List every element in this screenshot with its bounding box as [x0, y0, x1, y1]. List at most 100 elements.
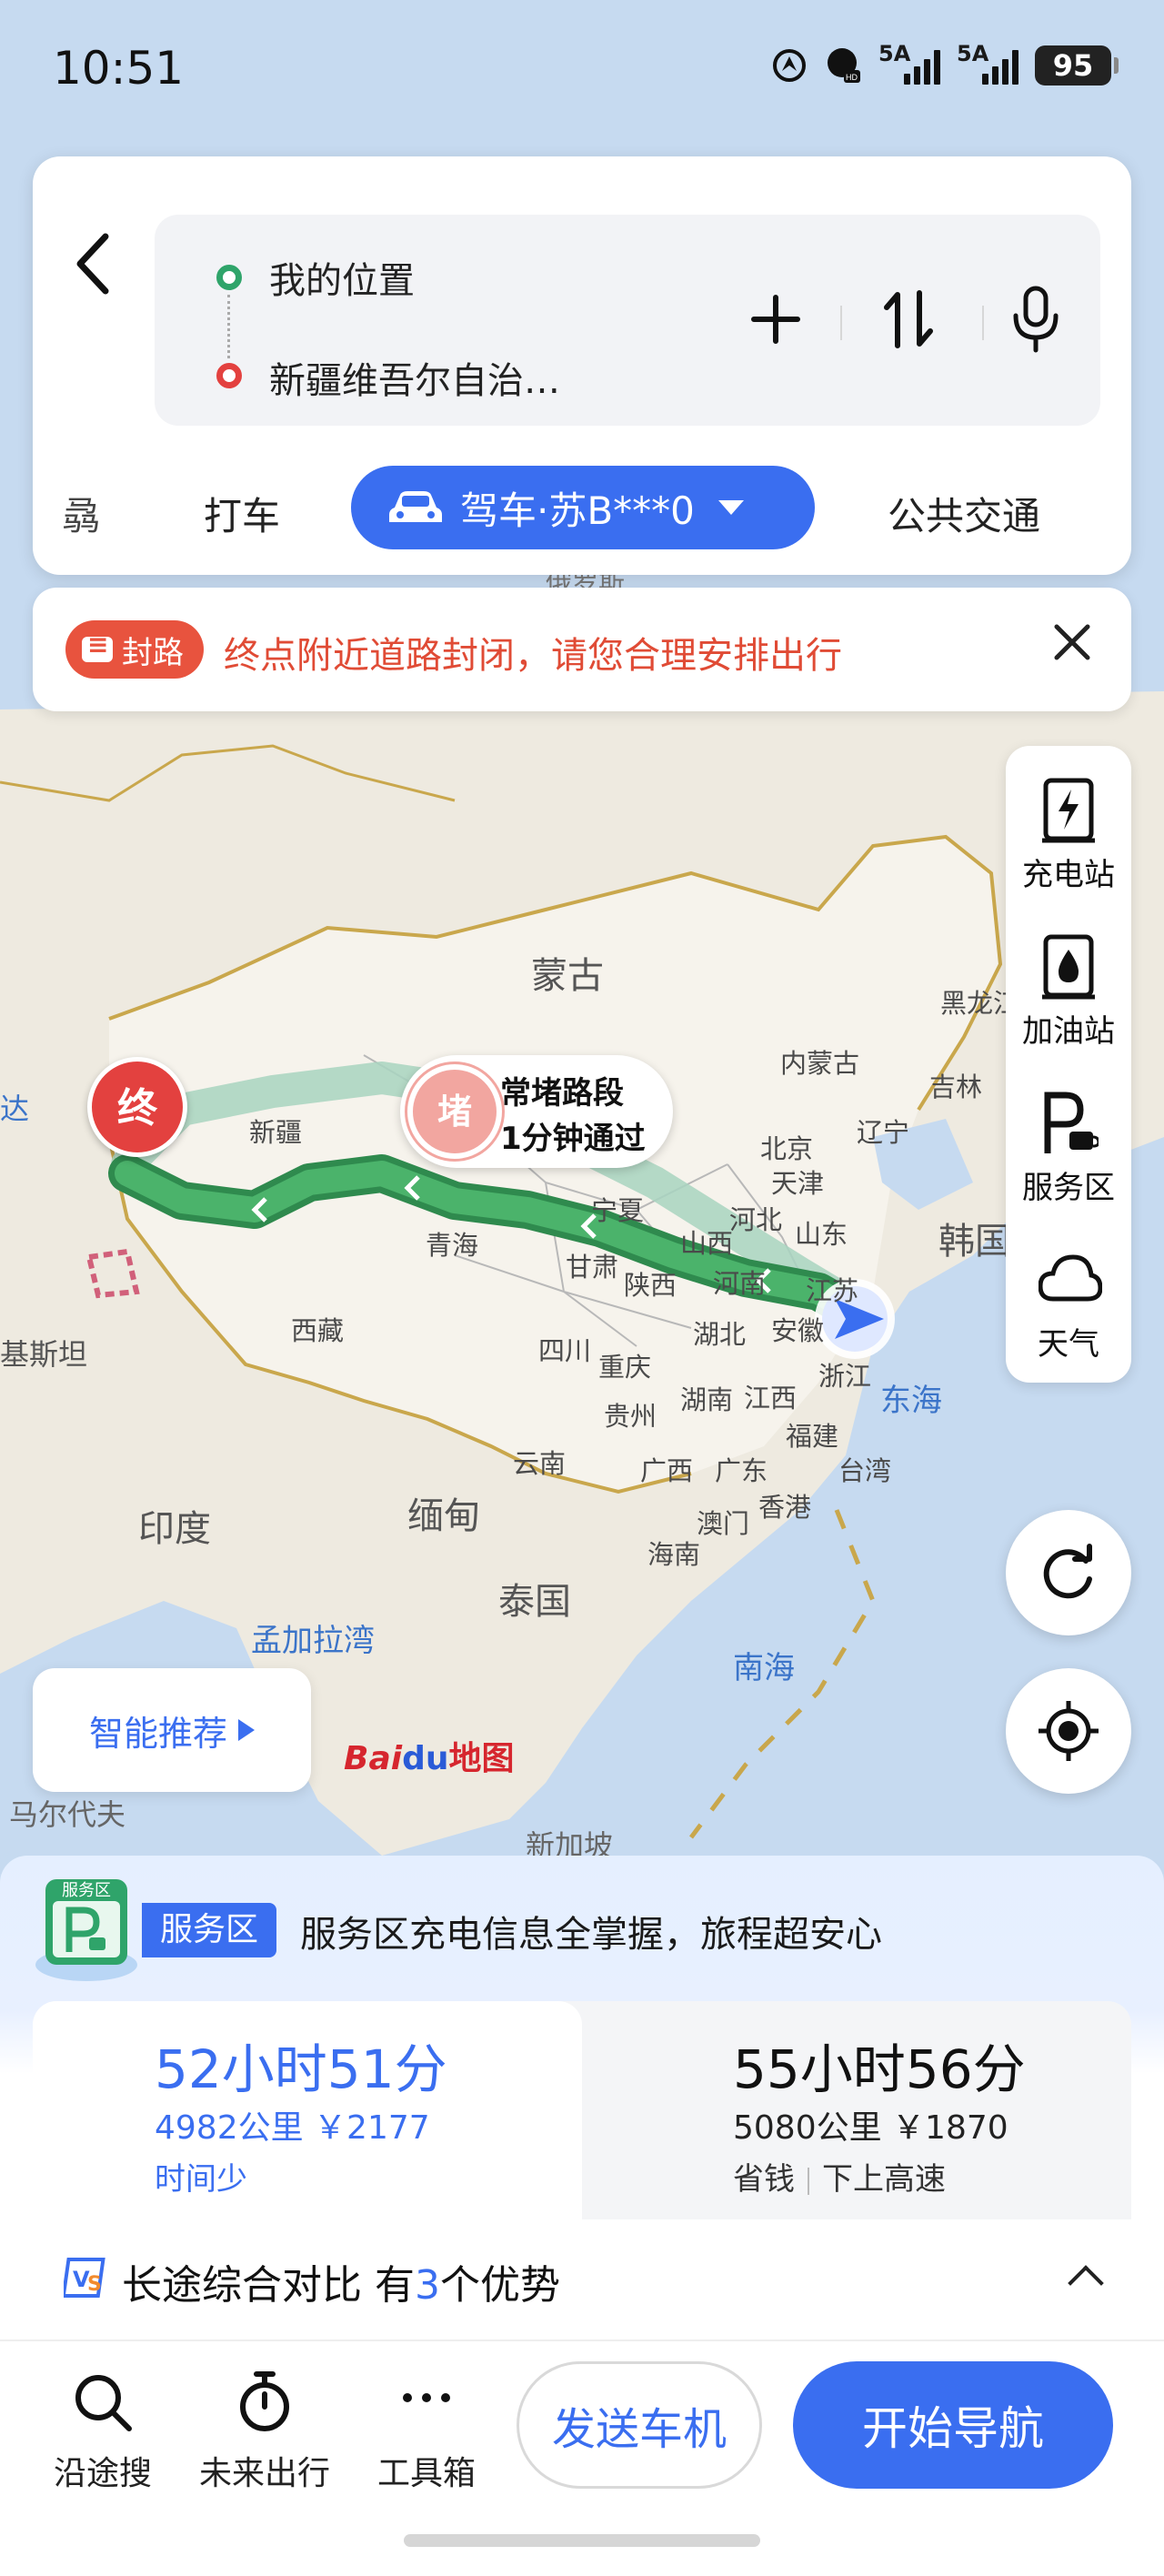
- charging-station-icon: [1042, 778, 1095, 843]
- map-label-hunan: 湖南: [680, 1384, 734, 1415]
- map-label-jiangxi: 江西: [744, 1383, 798, 1414]
- gas-station-icon: [1042, 934, 1095, 1000]
- map-label-xinjiang: 新疆: [249, 1117, 303, 1148]
- map-label-maldives: 马尔代夫: [9, 1797, 126, 1832]
- jam-subtitle: 1分钟通过: [500, 1121, 646, 1157]
- home-indicator[interactable]: [404, 2534, 760, 2547]
- status-bar: 10:51 HD 5A 5A 95: [0, 36, 1164, 109]
- tab-taxi[interactable]: 打车: [204, 486, 280, 541]
- cloud-icon: [1038, 1254, 1103, 1302]
- closure-message-icon: [82, 629, 113, 662]
- close-icon: [1054, 624, 1090, 660]
- end-pin[interactable]: 终: [87, 1057, 187, 1157]
- send-to-car-button[interactable]: 发送车机: [517, 2361, 762, 2489]
- weather-button[interactable]: 天气: [1006, 1224, 1131, 1379]
- map-label-guangdong: 广东: [715, 1455, 768, 1486]
- svg-text:S: S: [87, 2273, 102, 2296]
- refresh-icon: [1043, 1544, 1092, 1599]
- swap-route-button[interactable]: [869, 280, 948, 358]
- map-label-taiwan: 台湾: [838, 1455, 892, 1486]
- voice-input-button[interactable]: [997, 280, 1075, 358]
- search-along-button[interactable]: 沿途搜: [25, 2370, 180, 2494]
- close-banner-button[interactable]: [1051, 617, 1093, 676]
- map-label-macau: 澳门: [697, 1508, 750, 1539]
- swap-icon: [884, 290, 933, 348]
- charging-station-button[interactable]: 充电站: [1006, 755, 1131, 910]
- signal-1-icon: 5A: [878, 41, 940, 85]
- smart-recommend-button[interactable]: 智能推荐: [33, 1668, 311, 1792]
- signal-2-icon: 5A: [957, 41, 1018, 85]
- map-label-bengal: 孟加拉湾: [251, 1623, 375, 1659]
- map-label-pakistan: 基斯坦: [0, 1337, 88, 1372]
- search-icon: [75, 2375, 132, 2431]
- service-area-button[interactable]: 服务区: [1006, 1068, 1131, 1223]
- promo-text: 服务区充电信息全掌握，旅程超安心: [300, 1914, 882, 1956]
- more-icon: [403, 2393, 450, 2402]
- route-distance-cost: 4982公里 ￥2177: [155, 2109, 430, 2147]
- route-tag: 时间少: [155, 2161, 247, 2198]
- tab-transit[interactable]: 公共交通: [888, 486, 1040, 541]
- map-label-qinghai: 青海: [426, 1230, 479, 1261]
- refresh-route-button[interactable]: [1006, 1510, 1131, 1635]
- gas-station-button[interactable]: 加油站: [1006, 911, 1131, 1066]
- map-label-tianjin: 天津: [771, 1168, 825, 1199]
- map-label-hainan: 海南: [647, 1539, 701, 1570]
- promo-tag: 服务区: [142, 1903, 277, 1957]
- map-label-neimenggu: 内蒙古: [780, 1048, 860, 1079]
- jam-title: 常堵路段: [500, 1075, 624, 1112]
- location-service-icon: [773, 49, 806, 82]
- map-label-ningxia: 宁夏: [591, 1195, 645, 1226]
- origin-dot-icon: [216, 265, 242, 290]
- map-label-india: 印度: [138, 1508, 211, 1550]
- toolbox-button[interactable]: 工具箱: [349, 2370, 504, 2494]
- map-label-henan: 河南: [713, 1268, 767, 1299]
- map-label-sichuan: 四川: [538, 1335, 592, 1366]
- route-connector: [227, 295, 230, 358]
- hd-icon: HD: [828, 48, 860, 83]
- tab-drive[interactable]: 驾车·苏B***0: [351, 466, 815, 549]
- back-button[interactable]: [69, 227, 124, 300]
- map-label-da: 达: [0, 1092, 30, 1126]
- chevron-up-icon[interactable]: [1068, 2265, 1104, 2301]
- map-label-anhui: 安徽: [771, 1315, 825, 1346]
- add-waypoint-button[interactable]: [737, 280, 815, 358]
- tab-drive-label: 驾车·苏B***0: [460, 488, 695, 533]
- long-trip-compare[interactable]: V S 长途综合对比 有3个优势: [33, 2219, 1131, 2338]
- map-label-shandong: 山东: [795, 1219, 848, 1250]
- tab-partial[interactable]: 骉: [62, 486, 100, 541]
- future-trip-button[interactable]: 未来出行: [187, 2370, 342, 2494]
- map-label-eastsea: 东海: [880, 1383, 942, 1419]
- map-label-hebei: 河北: [729, 1204, 783, 1235]
- locate-me-button[interactable]: [1006, 1668, 1131, 1794]
- jam-bubble[interactable]: 堵 常堵路段 1分钟通过: [400, 1055, 673, 1168]
- compare-text: 长途综合对比 有3个优势: [122, 2262, 560, 2309]
- battery-indicator: 95: [1035, 45, 1119, 86]
- map-label-shanxi: 山西: [680, 1228, 734, 1259]
- map-label-liaoning: 辽宁: [857, 1117, 910, 1148]
- microphone-icon: [1013, 286, 1059, 353]
- chevron-down-icon: [717, 500, 744, 515]
- divider: [840, 306, 842, 340]
- map-label-fujian: 福建: [786, 1421, 839, 1452]
- origin-field[interactable]: 我的位置: [269, 251, 415, 304]
- closure-message: 终点附近道路封闭，请您合理安排出行: [224, 635, 842, 677]
- map-label-guangxi: 广西: [640, 1455, 694, 1486]
- route-card: 我的位置 新疆维吾尔自治… 骉 打车 驾车·苏B***0 公共交通: [33, 156, 1131, 575]
- svg-text:HD: HD: [846, 73, 858, 82]
- start-navigation-button[interactable]: 开始导航: [793, 2361, 1113, 2489]
- status-icons: HD 5A 5A 95: [771, 41, 1119, 86]
- map-label-xizang: 西藏: [291, 1315, 345, 1346]
- map-label-southsea: 南海: [733, 1650, 795, 1686]
- map-label-guizhou: 贵州: [604, 1401, 657, 1432]
- car-icon: [389, 491, 442, 522]
- closure-badge: 封路: [65, 620, 204, 679]
- route-inputs: 我的位置 新疆维吾尔自治…: [155, 215, 1100, 426]
- route-distance-cost: 5080公里 ￥1870: [733, 2109, 1008, 2147]
- destination-field[interactable]: 新疆维吾尔自治…: [269, 351, 560, 404]
- road-closure-banner[interactable]: 封路 终点附近道路封闭，请您合理安排出行: [33, 588, 1131, 711]
- map-label-shaanxi: 陕西: [624, 1270, 677, 1301]
- status-time: 10:51: [53, 42, 185, 95]
- route-duration: 55小时56分: [733, 2038, 1026, 2100]
- service-area-promo[interactable]: 服务区 服务区 服务区充电信息全掌握，旅程超安心: [0, 1856, 1164, 2001]
- vs-icon: V S: [64, 2258, 105, 2298]
